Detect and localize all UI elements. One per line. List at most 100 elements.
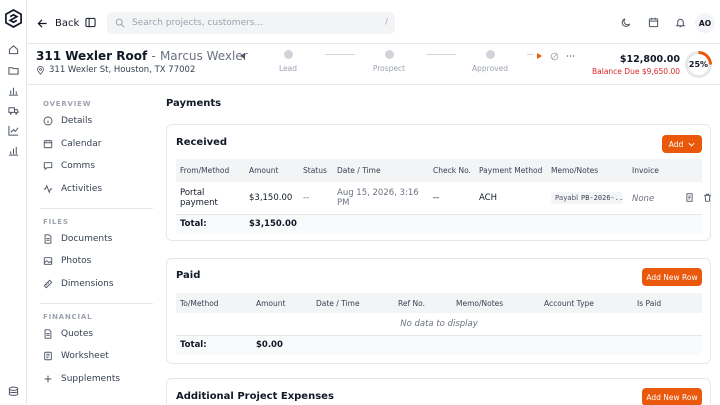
chat-icon [43,162,53,171]
nav-divider [40,208,153,209]
nav-item-dimensions[interactable]: Dimensions [43,276,153,292]
project-title: 311 Wexler Roof - Marcus Wexler [36,49,248,63]
home-icon[interactable] [8,44,19,55]
search-input[interactable] [132,18,372,28]
file-text-icon [44,329,52,339]
total-label: Total: [176,214,245,234]
paid-header-row: To/Method Amount Date / Time Ref No. Mem… [176,293,702,313]
column-header: From/Method [176,159,245,182]
back-button[interactable]: Back [37,14,79,32]
plus-icon [44,375,52,383]
truck-icon[interactable] [8,105,19,116]
cell-check-no: -- [429,182,475,215]
paid-card: Paid Add New Row To/Method Amount Date /… [166,258,711,364]
bell-icon[interactable] [675,17,686,28]
nav-divider [40,303,153,304]
calendar-icon[interactable] [648,17,659,28]
column-header: Invoice [628,159,702,182]
cell-invoice: None [628,182,711,215]
expenses-title: Additional Project Expenses [176,391,334,402]
nav-item-supplements[interactable]: Supplements [43,371,153,387]
back-label: Back [55,17,80,29]
total-amount: $0.00 [252,335,312,355]
cell-from: Portal payment [176,182,245,215]
column-header: To/Method [176,293,252,313]
invoice-value: None [632,193,655,204]
bar-chart-icon[interactable] [8,85,19,96]
paid-total-row: Total: $0.00 [176,335,702,355]
stage-approved[interactable]: Approved [460,50,520,73]
project-header: 311 Wexler Roof - Marcus Wexler 311 Wexl… [27,44,720,85]
paid-title: Paid [176,270,201,281]
folder-icon[interactable] [8,65,19,76]
add-expense-row-button[interactable]: Add New Row [642,388,702,405]
app-logo-icon[interactable] [4,9,23,28]
column-header: Memo/Notes [452,293,540,313]
left-rail [0,0,27,405]
nav-item-documents[interactable]: Documents [43,231,153,247]
nav-item-details[interactable]: Details [43,113,153,129]
search-shortcut: / [385,17,388,26]
received-total-row: Total: $3,150.00 [176,214,702,234]
cell-amount: $3,150.00 [245,182,299,215]
paid-table: To/Method Amount Date / Time Ref No. Mem… [176,293,702,355]
cell-status: -- [299,182,333,215]
column-header: Payment Method [475,159,547,182]
reports-icon[interactable] [8,145,19,156]
arrow-left-icon [37,18,47,28]
received-header-row: From/Method Amount Status Date / Time Ch… [176,159,702,182]
column-header: Amount [252,293,312,313]
nav-section-overview: OVERVIEW [43,100,92,108]
nav-item-calendar[interactable]: Calendar [43,136,153,152]
column-header: Ref No. [394,293,452,313]
stage-connector [426,54,456,55]
trend-icon[interactable] [8,125,19,136]
table-row[interactable]: Portal payment $3,150.00 -- Aug 15, 2026… [176,182,711,215]
top-bar: Back / AO [27,0,720,44]
stage-lead[interactable]: Lead [258,50,318,73]
info-icon [43,116,53,126]
price-summary: $12,800.00 Balance Due $9,650.00 [592,54,680,76]
project-address: 311 Wexler St, Houston, TX 77002 [36,65,195,75]
nav-item-photos[interactable]: Photos [43,253,153,269]
calendar-icon [43,139,53,149]
chevron-down-icon [688,142,695,147]
stage-connector [527,54,533,55]
trash-icon[interactable] [703,193,712,202]
received-title: Received [176,137,228,148]
stage-prev-icon[interactable] [240,53,245,59]
user-avatar[interactable]: AO [695,13,715,33]
more-options-icon[interactable] [566,53,575,59]
sidebar-toggle-icon[interactable] [85,17,96,28]
play-icon[interactable] [537,53,542,59]
receipt-icon[interactable] [685,193,694,202]
nav-item-quotes[interactable]: Quotes [43,326,153,342]
column-header: Memo/Notes [547,159,628,182]
total-label: Total: [176,335,252,355]
add-paid-row-button[interactable]: Add New Row [642,268,702,286]
moon-icon[interactable] [621,17,632,28]
nav-item-activities[interactable]: Activities [43,181,153,197]
search-box[interactable]: / [107,12,395,34]
column-header: Is Paid [633,293,702,313]
address-text: 311 Wexler St, Houston, TX 77002 [49,65,196,75]
ruler-icon [43,279,53,289]
no-data-text: No data to display [176,313,702,336]
customer-name[interactable]: Marcus Wexler [160,49,248,63]
nav-item-comms[interactable]: Comms [43,158,153,174]
cancel-circle-icon[interactable] [550,52,559,61]
worksheet-icon [44,351,52,361]
database-icon[interactable] [8,386,19,397]
nav-item-worksheet[interactable]: Worksheet [43,348,153,364]
column-header: Check No. [429,159,475,182]
cell-memo: Payabl PB-2026-... [547,182,628,215]
progress-label: 25% [688,54,709,75]
memo-pill[interactable]: Payabl PB-2026-... [551,191,623,204]
stage-prospect[interactable]: Prospect [359,50,419,73]
page-title: Payments [166,98,222,109]
add-received-button[interactable]: Add [662,135,702,153]
column-header: Account Type [540,293,633,313]
received-card: Received Add From/Method Amount Status D… [166,124,711,241]
project-name: 311 Wexler Roof [36,49,148,63]
document-icon [44,234,52,244]
